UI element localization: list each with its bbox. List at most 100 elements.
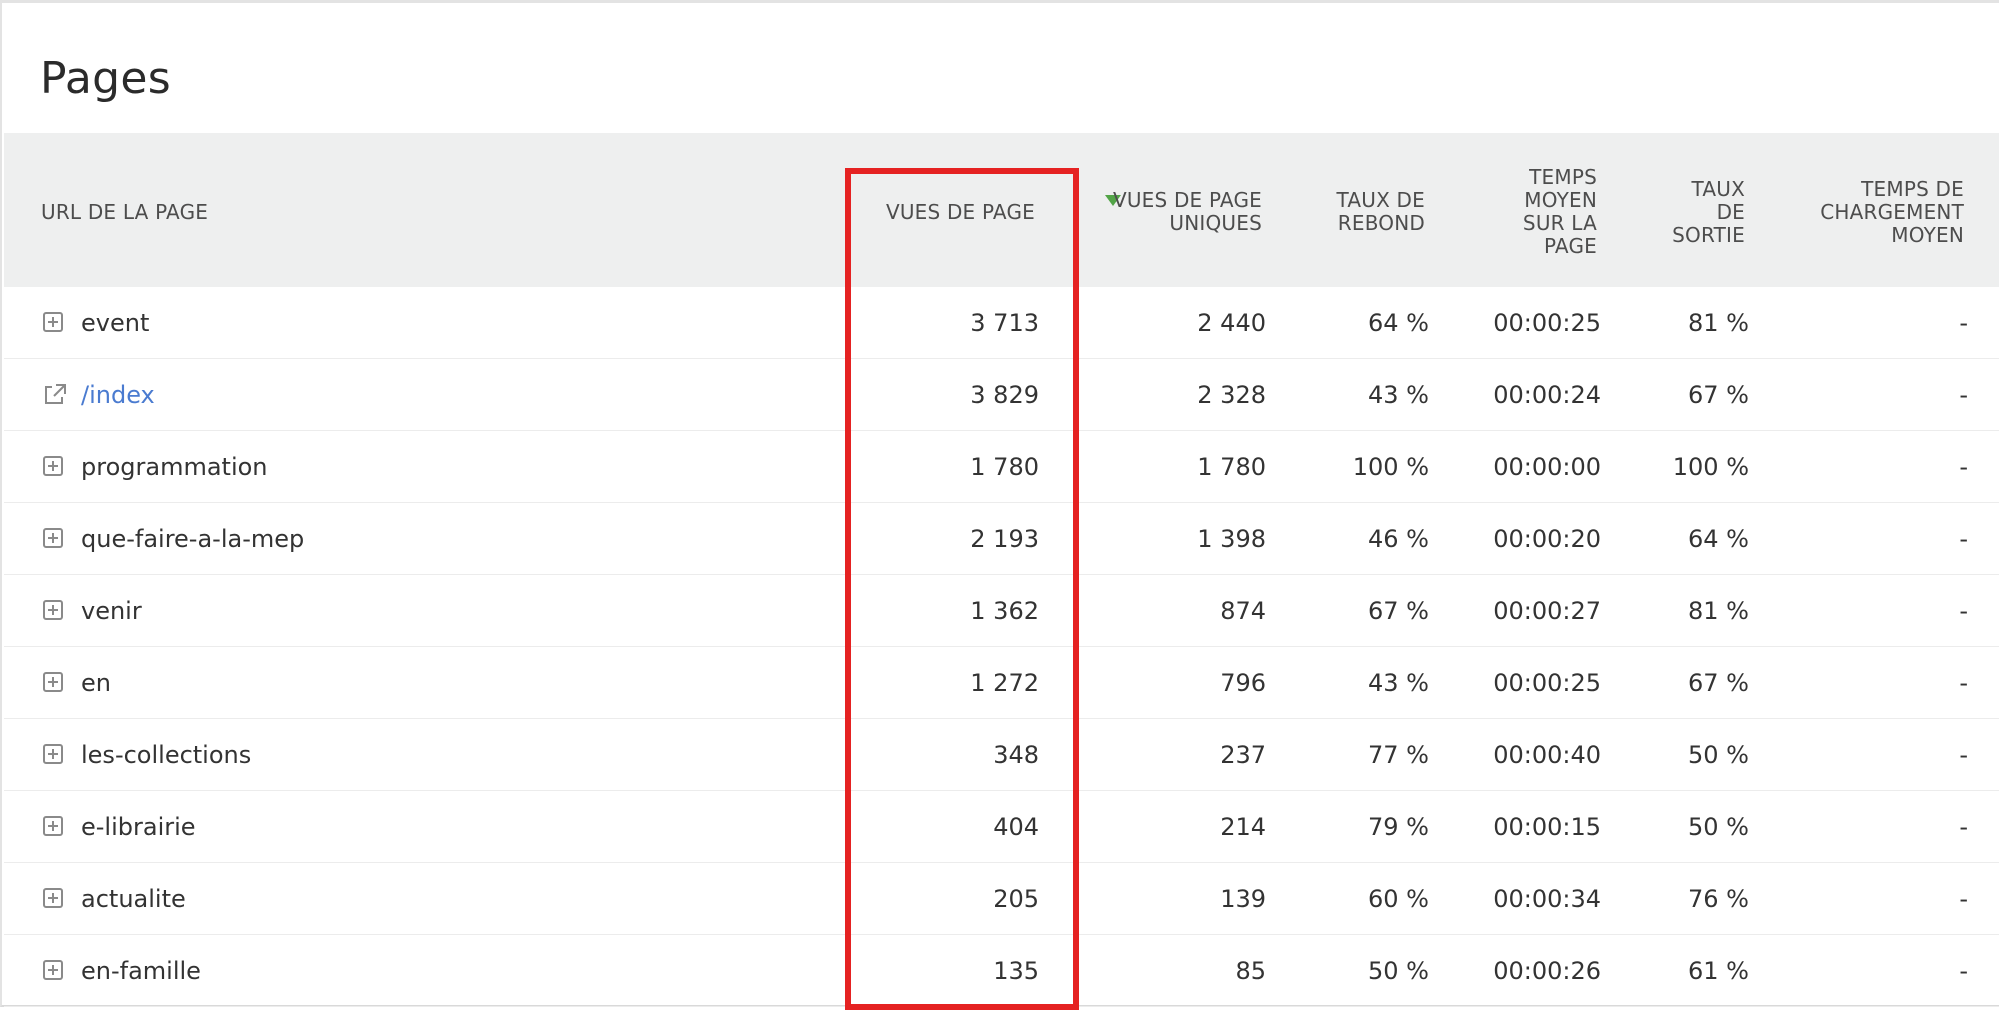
avg-time-cell: 00:00:00: [1493, 453, 1601, 481]
unique-pageviews-cell: 1 780: [1197, 453, 1266, 481]
column-header-url[interactable]: URL DE LA PAGE: [41, 201, 208, 224]
avg-load-time-cell: -: [1959, 525, 1968, 553]
exit-rate-cell: 50 %: [1688, 813, 1749, 841]
exit-rate-cell: 50 %: [1688, 741, 1749, 769]
avg-load-time-cell: -: [1959, 669, 1968, 697]
pageviews-cell: 3 829: [970, 381, 1039, 409]
page-url-label: programmation: [81, 453, 268, 481]
avg-load-time-cell: -: [1959, 957, 1968, 985]
column-header-line: CHARGEMENT: [1820, 200, 1964, 224]
page-url-label: que-faire-a-la-mep: [81, 525, 305, 553]
unique-pageviews-cell: 1 398: [1197, 525, 1266, 553]
page-url-label: en-famille: [81, 957, 201, 985]
page-url-label: actualite: [81, 885, 186, 913]
page-url-label: les-collections: [81, 741, 252, 769]
column-header-pageviews[interactable]: VUES DE PAGE: [886, 201, 1035, 224]
unique-pageviews-cell: 85: [1235, 957, 1266, 985]
expand-icon[interactable]: [43, 528, 63, 548]
column-header-bounce-rate[interactable]: TAUX DE REBOND: [1337, 189, 1425, 235]
pageviews-cell: 205: [993, 885, 1039, 913]
table-row[interactable]: les-collections 348 237 77 % 00:00:40 50 % -: [4, 719, 1999, 791]
expand-icon[interactable]: [43, 816, 63, 836]
exit-rate-cell: 61 %: [1688, 957, 1749, 985]
bounce-rate-cell: 43 %: [1368, 669, 1429, 697]
column-header-line: SORTIE: [1672, 223, 1745, 247]
page-url-label[interactable]: /index: [81, 359, 155, 431]
page-url-label: e-librairie: [81, 813, 196, 841]
avg-load-time-cell: -: [1959, 741, 1968, 769]
exit-rate-cell: 81 %: [1688, 309, 1749, 337]
unique-pageviews-cell: 237: [1220, 741, 1266, 769]
expand-icon[interactable]: [43, 312, 63, 332]
column-header-line: VUES DE PAGE: [1112, 188, 1262, 212]
exit-rate-cell: 100 %: [1672, 453, 1749, 481]
table-row[interactable]: e-librairie 404 214 79 % 00:00:15 50 % -: [4, 791, 1999, 863]
pageviews-cell: 404: [993, 813, 1039, 841]
page-url-label: event: [81, 309, 150, 337]
exit-rate-cell: 64 %: [1688, 525, 1749, 553]
column-header-avg-time[interactable]: TEMPS MOYEN SUR LA PAGE: [1523, 166, 1597, 258]
table-row[interactable]: en 1 272 796 43 % 00:00:25 67 % -: [4, 647, 1999, 719]
unique-pageviews-cell: 214: [1220, 813, 1266, 841]
expand-icon[interactable]: [43, 600, 63, 620]
table-row[interactable]: que-faire-a-la-mep 2 193 1 398 46 % 00:00:20…: [4, 503, 1999, 575]
unique-pageviews-cell: 139: [1220, 885, 1266, 913]
exit-rate-cell: 67 %: [1688, 669, 1749, 697]
pageviews-cell: 1 780: [970, 453, 1039, 481]
bounce-rate-cell: 100 %: [1352, 453, 1429, 481]
pageviews-cell: 1 272: [970, 669, 1039, 697]
pageviews-cell: 2 193: [970, 525, 1039, 553]
avg-time-cell: 00:00:20: [1493, 525, 1601, 553]
pageviews-cell: 3 713: [970, 309, 1039, 337]
column-header-line: DE: [1716, 200, 1745, 224]
pageviews-cell: 135: [993, 957, 1039, 985]
column-header-line: UNIQUES: [1169, 211, 1262, 235]
table-row[interactable]: actualite 205 139 60 % 00:00:34 76 % -: [4, 863, 1999, 935]
bounce-rate-cell: 43 %: [1368, 381, 1429, 409]
table-row[interactable]: en-famille 135 85 50 % 00:00:26 61 % -: [4, 935, 1999, 1007]
avg-load-time-cell: -: [1959, 885, 1968, 913]
pageviews-cell: 348: [993, 741, 1039, 769]
table-row[interactable]: venir 1 362 874 67 % 00:00:27 81 % -: [4, 575, 1999, 647]
bounce-rate-cell: 46 %: [1368, 525, 1429, 553]
avg-load-time-cell: -: [1959, 597, 1968, 625]
column-header-exit-rate[interactable]: TAUX DE SORTIE: [1672, 178, 1745, 247]
bounce-rate-cell: 64 %: [1368, 309, 1429, 337]
column-header-line: MOYEN: [1524, 188, 1597, 212]
exit-rate-cell: 76 %: [1688, 885, 1749, 913]
avg-time-cell: 00:00:25: [1493, 669, 1601, 697]
table-row[interactable]: programmation 1 780 1 780 100 % 00:00:00 100 …: [4, 431, 1999, 503]
expand-icon[interactable]: [43, 960, 63, 980]
expand-icon[interactable]: [43, 888, 63, 908]
page-url-label: en: [81, 669, 111, 697]
column-header-unique-pageviews[interactable]: VUES DE PAGE UNIQUES: [1113, 189, 1262, 235]
unique-pageviews-cell: 2 440: [1197, 309, 1266, 337]
avg-time-cell: 00:00:40: [1493, 741, 1601, 769]
avg-load-time-cell: -: [1959, 453, 1968, 481]
avg-time-cell: 00:00:25: [1493, 309, 1601, 337]
column-header-line: REBOND: [1337, 211, 1425, 235]
avg-time-cell: 00:00:34: [1493, 885, 1601, 913]
table-row[interactable]: event 3 713 2 440 64 % 00:00:25 81 % -: [4, 287, 1999, 359]
column-header-line: SUR LA: [1522, 211, 1597, 235]
bounce-rate-cell: 79 %: [1368, 813, 1429, 841]
column-header-line: TAUX: [1691, 177, 1745, 201]
expand-icon[interactable]: [43, 672, 63, 692]
unique-pageviews-cell: 874: [1220, 597, 1266, 625]
unique-pageviews-cell: 2 328: [1197, 381, 1266, 409]
expand-icon[interactable]: [43, 456, 63, 476]
page-title: Pages: [40, 53, 171, 104]
pageviews-cell: 1 362: [970, 597, 1039, 625]
bounce-rate-cell: 67 %: [1368, 597, 1429, 625]
avg-time-cell: 00:00:26: [1493, 957, 1601, 985]
external-link-icon[interactable]: [43, 383, 67, 405]
avg-load-time-cell: -: [1959, 309, 1968, 337]
expand-icon[interactable]: [43, 744, 63, 764]
column-header-line: TEMPS: [1529, 165, 1597, 189]
table-row[interactable]: /index 3 829 2 328 43 % 00:00:24 67 % -: [4, 359, 1999, 431]
exit-rate-cell: 81 %: [1688, 597, 1749, 625]
pages-panel: Pages URL DE LA PAGE VUES DE PAGE VUES D…: [0, 0, 1999, 1010]
column-header-line: TAUX DE: [1336, 188, 1425, 212]
bounce-rate-cell: 77 %: [1368, 741, 1429, 769]
column-header-avg-load-time[interactable]: TEMPS DE CHARGEMENT MOYEN: [1820, 178, 1964, 247]
